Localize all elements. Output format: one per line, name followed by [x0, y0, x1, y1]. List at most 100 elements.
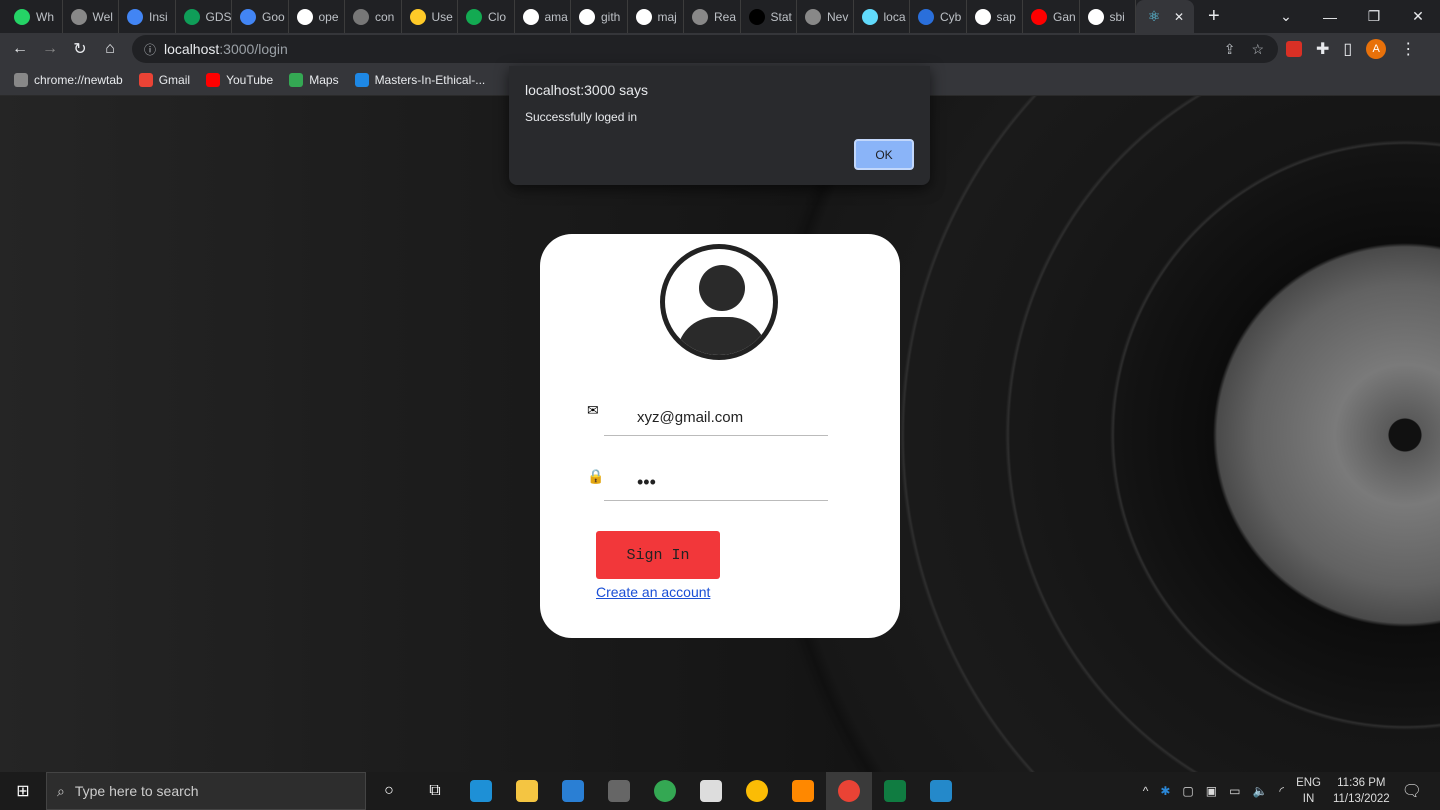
globe-icon: [692, 8, 708, 25]
vlc-taskbar-icon[interactable]: [780, 772, 826, 810]
tab[interactable]: Use: [402, 0, 458, 33]
bluetooth-icon[interactable]: ✱: [1160, 784, 1170, 798]
medium-icon: [748, 8, 765, 25]
globe-icon: [70, 8, 87, 25]
google-icon: [1087, 8, 1104, 25]
dialog-message: Successfully loged in: [525, 110, 638, 124]
bookmark-label: Maps: [309, 73, 339, 87]
tab[interactable]: maj: [628, 0, 684, 33]
tab[interactable]: Wel: [63, 0, 119, 33]
tab[interactable]: Gan: [1023, 0, 1080, 33]
bookmark-item[interactable]: chrome://newtab: [14, 73, 123, 87]
whatsapp-icon: [14, 8, 30, 25]
task-view-icon[interactable]: ⧉: [412, 772, 458, 810]
reload-icon[interactable]: ↻: [65, 39, 95, 59]
system-tray: ^ ✱ ▢ ▣ ▭ 🔈 ◜ ENG IN 11:36 PM 11/13/2022 🗨: [1143, 772, 1440, 810]
tab[interactable]: Goo: [232, 0, 289, 33]
minimize-button[interactable]: —: [1308, 9, 1352, 25]
create-account-link[interactable]: Create an account: [596, 584, 710, 600]
file-explorer-taskbar-icon[interactable]: [504, 772, 550, 810]
close-tab-icon[interactable]: ✕: [1174, 10, 1184, 24]
tab-active[interactable]: ⚛ ✕: [1136, 0, 1194, 33]
restore-button[interactable]: ❐: [1352, 8, 1396, 25]
bookmark-item[interactable]: Masters-In-Ethical-...: [354, 73, 486, 87]
tab[interactable]: Nev: [797, 0, 854, 33]
windows-start-icon[interactable]: ⊞: [0, 781, 46, 801]
forward-icon[interactable]: →: [35, 40, 65, 58]
bookmark-label: chrome://newtab: [34, 73, 123, 87]
clock[interactable]: 11:36 PM 11/13/2022: [1333, 775, 1390, 807]
tab-title: GDS: [205, 9, 232, 24]
bookmark-item[interactable]: Gmail: [138, 73, 191, 87]
media-taskbar-icon[interactable]: [688, 772, 734, 810]
tab-search-icon[interactable]: ⌄: [1264, 8, 1308, 25]
bookmark-item[interactable]: Maps: [289, 73, 339, 87]
google-icon: [974, 8, 991, 25]
extension-icon[interactable]: [1286, 41, 1302, 57]
meet-icon[interactable]: ▢: [1182, 784, 1193, 798]
notifications-icon[interactable]: 🗨: [1402, 781, 1422, 801]
language-indicator[interactable]: ENG IN: [1296, 775, 1321, 807]
tab[interactable]: Cyb: [910, 0, 967, 33]
search-placeholder: Type here to search: [74, 783, 199, 799]
alert-dialog: localhost:3000 says Successfully loged i…: [509, 66, 930, 185]
tab[interactable]: Wh: [6, 0, 63, 33]
address-bar[interactable]: ⓘ localhost:3000/login ⇪ ☆: [132, 35, 1278, 63]
sign-in-button[interactable]: Sign In: [596, 531, 720, 579]
password-input[interactable]: •••: [604, 465, 828, 501]
bookmark-item[interactable]: YouTube: [206, 73, 273, 87]
react-icon: [861, 8, 878, 25]
cortana-icon[interactable]: ○: [366, 772, 412, 810]
home-icon[interactable]: ⌂: [95, 40, 125, 58]
profile-avatar[interactable]: A: [1366, 39, 1387, 59]
tab[interactable]: Stat: [741, 0, 797, 33]
google-icon: [635, 8, 652, 25]
tab[interactable]: ama: [515, 0, 571, 33]
calculator-taskbar-icon[interactable]: [596, 772, 642, 810]
mail-taskbar-icon[interactable]: [550, 772, 596, 810]
tab-title: ama: [544, 9, 568, 24]
taskbar-search[interactable]: ⌕ Type here to search: [46, 772, 366, 810]
tab[interactable]: sap: [967, 0, 1023, 33]
github-icon: [296, 8, 313, 25]
chrome-taskbar-icon[interactable]: [826, 772, 872, 810]
tab[interactable]: loca: [854, 0, 910, 33]
share-icon[interactable]: ⇪: [1224, 41, 1236, 58]
update-icon[interactable]: ▣: [1206, 784, 1217, 798]
ok-button[interactable]: OK: [854, 139, 914, 170]
tab[interactable]: con: [345, 0, 402, 33]
show-hidden-icons[interactable]: ^: [1143, 784, 1149, 798]
puzzle-icon[interactable]: ✚: [1316, 39, 1329, 59]
excel-taskbar-icon[interactable]: [872, 772, 918, 810]
tab[interactable]: GDS: [176, 0, 232, 33]
bookmark-label: Masters-In-Ethical-...: [374, 73, 486, 87]
back-icon[interactable]: ←: [5, 40, 35, 58]
tab[interactable]: sbi: [1080, 0, 1136, 33]
bookmark-star-icon[interactable]: ☆: [1251, 41, 1264, 58]
tab[interactable]: Clo: [458, 0, 515, 33]
volume-icon[interactable]: 🔈: [1252, 784, 1267, 798]
chrome-taskbar-icon[interactable]: [734, 772, 780, 810]
edge-taskbar-icon[interactable]: [458, 772, 504, 810]
battery-icon[interactable]: ▭: [1229, 784, 1240, 798]
vscode-taskbar-icon[interactable]: [918, 772, 964, 810]
tab[interactable]: gith: [571, 0, 628, 33]
tab[interactable]: Insi: [119, 0, 176, 33]
email-input[interactable]: xyz@gmail.com: [604, 400, 828, 436]
tab[interactable]: ope: [289, 0, 345, 33]
taskbar: ⊞ ⌕ Type here to search ○ ⧉ ^ ✱ ▢ ▣ ▭ 🔈 …: [0, 772, 1440, 810]
close-window-button[interactable]: ✕: [1396, 8, 1440, 25]
side-panel-icon[interactable]: ▯: [1343, 39, 1352, 59]
menu-icon[interactable]: ⋮: [1400, 39, 1416, 59]
bookmark-label: Gmail: [158, 73, 191, 87]
tab-title: Clo: [488, 9, 507, 24]
tab[interactable]: Rea: [684, 0, 741, 33]
info-icon[interactable]: ⓘ: [144, 41, 156, 58]
tab-title: maj: [657, 9, 677, 24]
wifi-icon[interactable]: ◜: [1279, 784, 1284, 798]
new-tab-button[interactable]: +: [1208, 5, 1220, 28]
lock-icon: 🔒: [587, 468, 605, 484]
window-controls: ⌄ — ❐ ✕: [1264, 0, 1440, 33]
chrome-taskbar-icon[interactable]: [642, 772, 688, 810]
envelope-icon: ✉: [587, 402, 599, 418]
